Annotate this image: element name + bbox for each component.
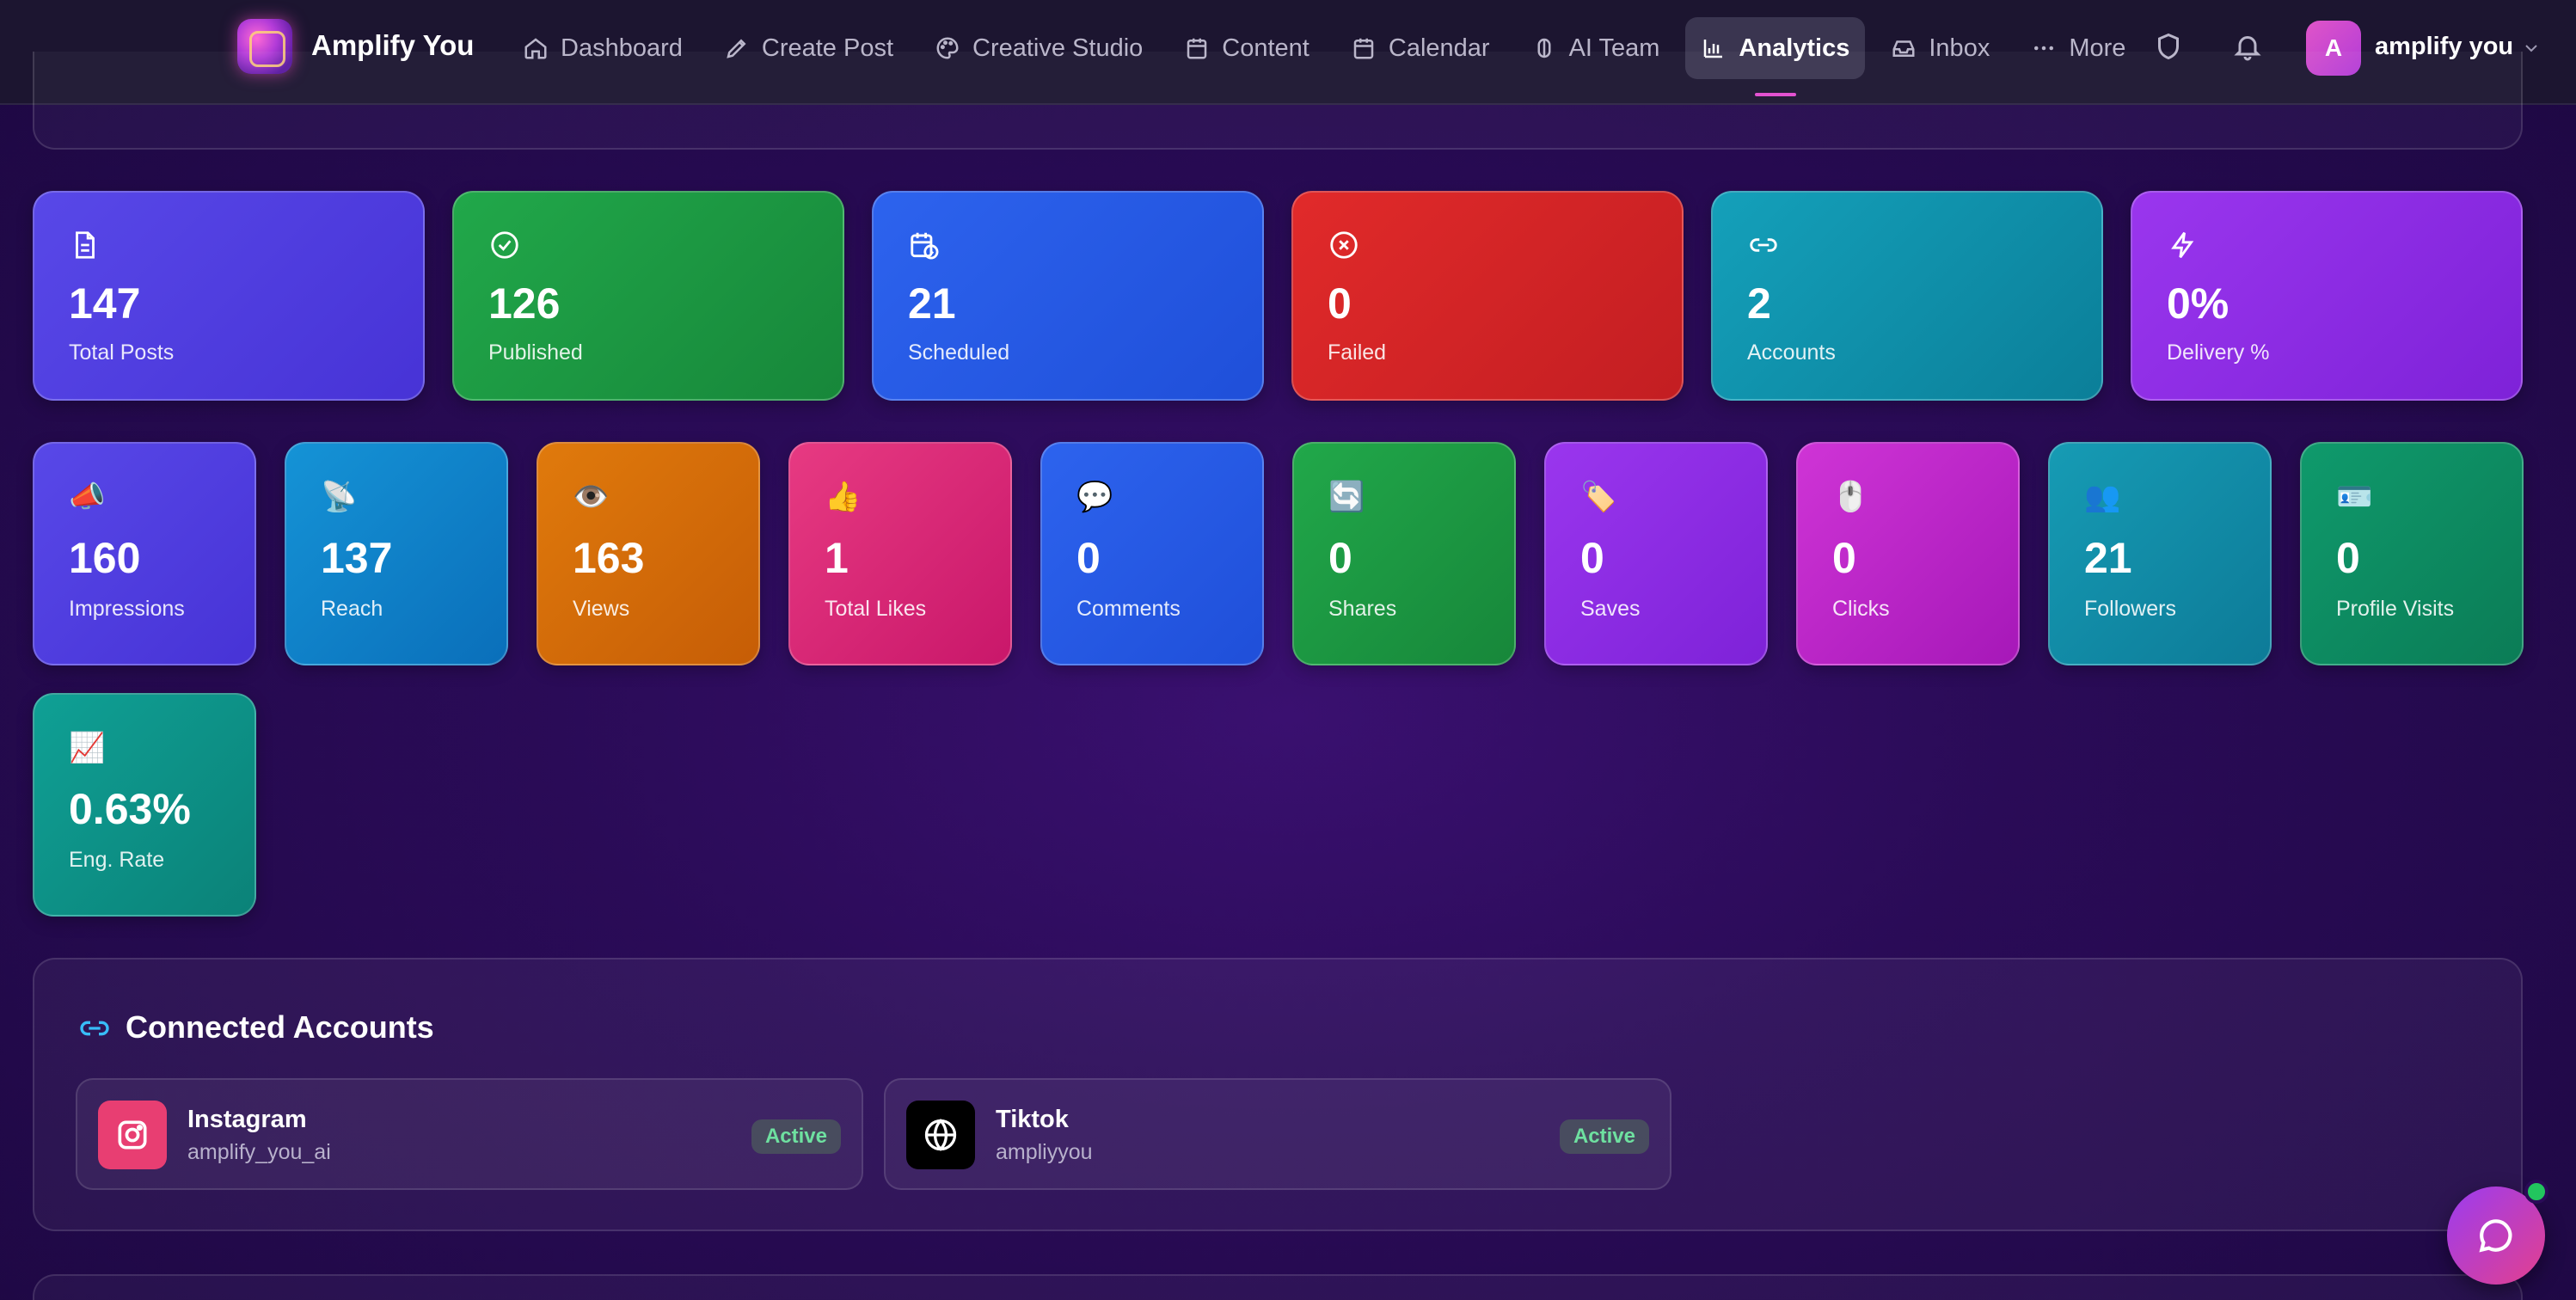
stat-value: 0%	[2167, 279, 2229, 328]
metric-value: 163	[573, 534, 645, 582]
metric-card-saves[interactable]: 🏷️ 0 Saves	[1544, 442, 1768, 665]
stat-card-published[interactable]: 126 Published	[452, 191, 844, 401]
metric-label: Total Likes	[825, 597, 927, 621]
chat-bubble-icon	[2479, 1219, 2512, 1253]
document-icon	[76, 231, 95, 259]
speech-bubble-icon: 💬	[1076, 481, 1113, 513]
metric-card-clicks[interactable]: 🖱️ 0 Clicks	[1796, 442, 2020, 665]
stat-label: Scheduled	[908, 340, 1010, 365]
metric-label: Saves	[1580, 597, 1641, 621]
mouse-icon: 🖱️	[1832, 481, 1869, 513]
link-icon	[1750, 238, 1777, 252]
refresh-icon: 🔄	[1328, 481, 1365, 513]
calendar-clock-icon	[911, 232, 939, 260]
x-circle-icon	[1330, 231, 1358, 259]
metric-value: 0	[1328, 534, 1352, 582]
chart-up-icon: 📈	[69, 732, 106, 764]
account-handle: ampliyyou	[996, 1140, 1093, 1164]
stat-value: 2	[1747, 279, 1771, 328]
stat-label: Delivery %	[2167, 340, 2270, 365]
stat-label: Total Posts	[69, 340, 175, 365]
status-badge: Active	[1559, 1119, 1649, 1154]
metric-value: 21	[2084, 534, 2132, 582]
metric-label: Impressions	[69, 597, 185, 621]
metric-card-followers[interactable]: 👥 21 Followers	[2048, 442, 2272, 665]
analytics-filter-panel	[33, 52, 2523, 150]
stat-card-delivery[interactable]: 0% Delivery %	[2131, 191, 2523, 401]
metric-label: Comments	[1076, 597, 1181, 621]
connected-accounts-panel: Connected Accounts Instagram amplify_you…	[33, 958, 2523, 1231]
stat-card-scheduled[interactable]: 21 Scheduled	[872, 191, 1264, 401]
stat-card-total-posts[interactable]: 147 Total Posts	[33, 191, 425, 401]
chevron-down-icon[interactable]	[2521, 38, 2542, 58]
account-card-tiktok[interactable]: Tiktok ampliyyou Active	[884, 1078, 1671, 1190]
metric-value: 0	[1076, 534, 1101, 582]
stat-value: 0	[1328, 279, 1352, 328]
stat-card-accounts[interactable]: 2 Accounts	[1711, 191, 2103, 401]
check-circle-icon	[491, 231, 518, 259]
metric-card-profile-visits[interactable]: 🪪 0 Profile Visits	[2300, 442, 2524, 665]
satellite-icon: 📡	[321, 481, 358, 513]
account-platform: Instagram	[187, 1106, 307, 1133]
thumbs-up-icon: 👍	[825, 481, 862, 513]
online-status-dot	[2524, 1180, 2548, 1204]
id-card-icon: 🪪	[2336, 481, 2373, 513]
metric-card-shares[interactable]: 🔄 0 Shares	[1292, 442, 1516, 665]
stat-value: 147	[69, 279, 141, 328]
stat-label: Failed	[1328, 340, 1387, 365]
metric-label: Profile Visits	[2336, 597, 2455, 621]
metric-card-impressions[interactable]: 📣 160 Impressions	[33, 442, 256, 665]
metric-value: 160	[69, 534, 141, 582]
lightning-icon	[2171, 231, 2194, 259]
people-icon: 👥	[2084, 481, 2121, 513]
metric-card-views[interactable]: 👁️ 163 Views	[537, 442, 760, 665]
metric-label: Eng. Rate	[69, 848, 165, 872]
stat-label: Accounts	[1747, 340, 1836, 365]
stat-value: 21	[908, 279, 956, 328]
account-card-instagram[interactable]: Instagram amplify_you_ai Active	[76, 1078, 863, 1190]
metric-value: 0	[1832, 534, 1856, 582]
stat-card-failed[interactable]: 0 Failed	[1291, 191, 1684, 401]
status-badge: Active	[751, 1119, 841, 1154]
metric-label: Views	[573, 597, 630, 621]
stat-label: Published	[488, 340, 583, 365]
metric-value: 137	[321, 534, 393, 582]
link-icon	[80, 1021, 109, 1036]
metric-card-comments[interactable]: 💬 0 Comments	[1040, 442, 1264, 665]
metric-value: 0	[1580, 534, 1604, 582]
connected-accounts-title: Connected Accounts	[126, 1009, 434, 1045]
metric-label: Reach	[321, 597, 383, 621]
instagram-icon	[98, 1101, 167, 1169]
metric-value: 1	[825, 534, 849, 582]
tag-icon: 🏷️	[1580, 481, 1617, 513]
metric-card-reach[interactable]: 📡 137 Reach	[285, 442, 508, 665]
megaphone-icon: 📣	[69, 481, 106, 513]
stat-value: 126	[488, 279, 561, 328]
metric-card-total-likes[interactable]: 👍 1 Total Likes	[788, 442, 1012, 665]
metric-label: Clicks	[1832, 597, 1890, 621]
globe-icon	[906, 1101, 975, 1169]
next-section-panel	[33, 1274, 2523, 1300]
metric-value: 0	[2336, 534, 2360, 582]
metric-value: 0.63%	[69, 785, 191, 833]
eye-icon: 👁️	[573, 481, 610, 513]
account-platform: Tiktok	[996, 1106, 1069, 1133]
metric-card-eng-rate[interactable]: 📈 0.63% Eng. Rate	[33, 693, 256, 917]
account-handle: amplify_you_ai	[187, 1140, 331, 1164]
metric-label: Shares	[1328, 597, 1397, 621]
metric-label: Followers	[2084, 597, 2176, 621]
